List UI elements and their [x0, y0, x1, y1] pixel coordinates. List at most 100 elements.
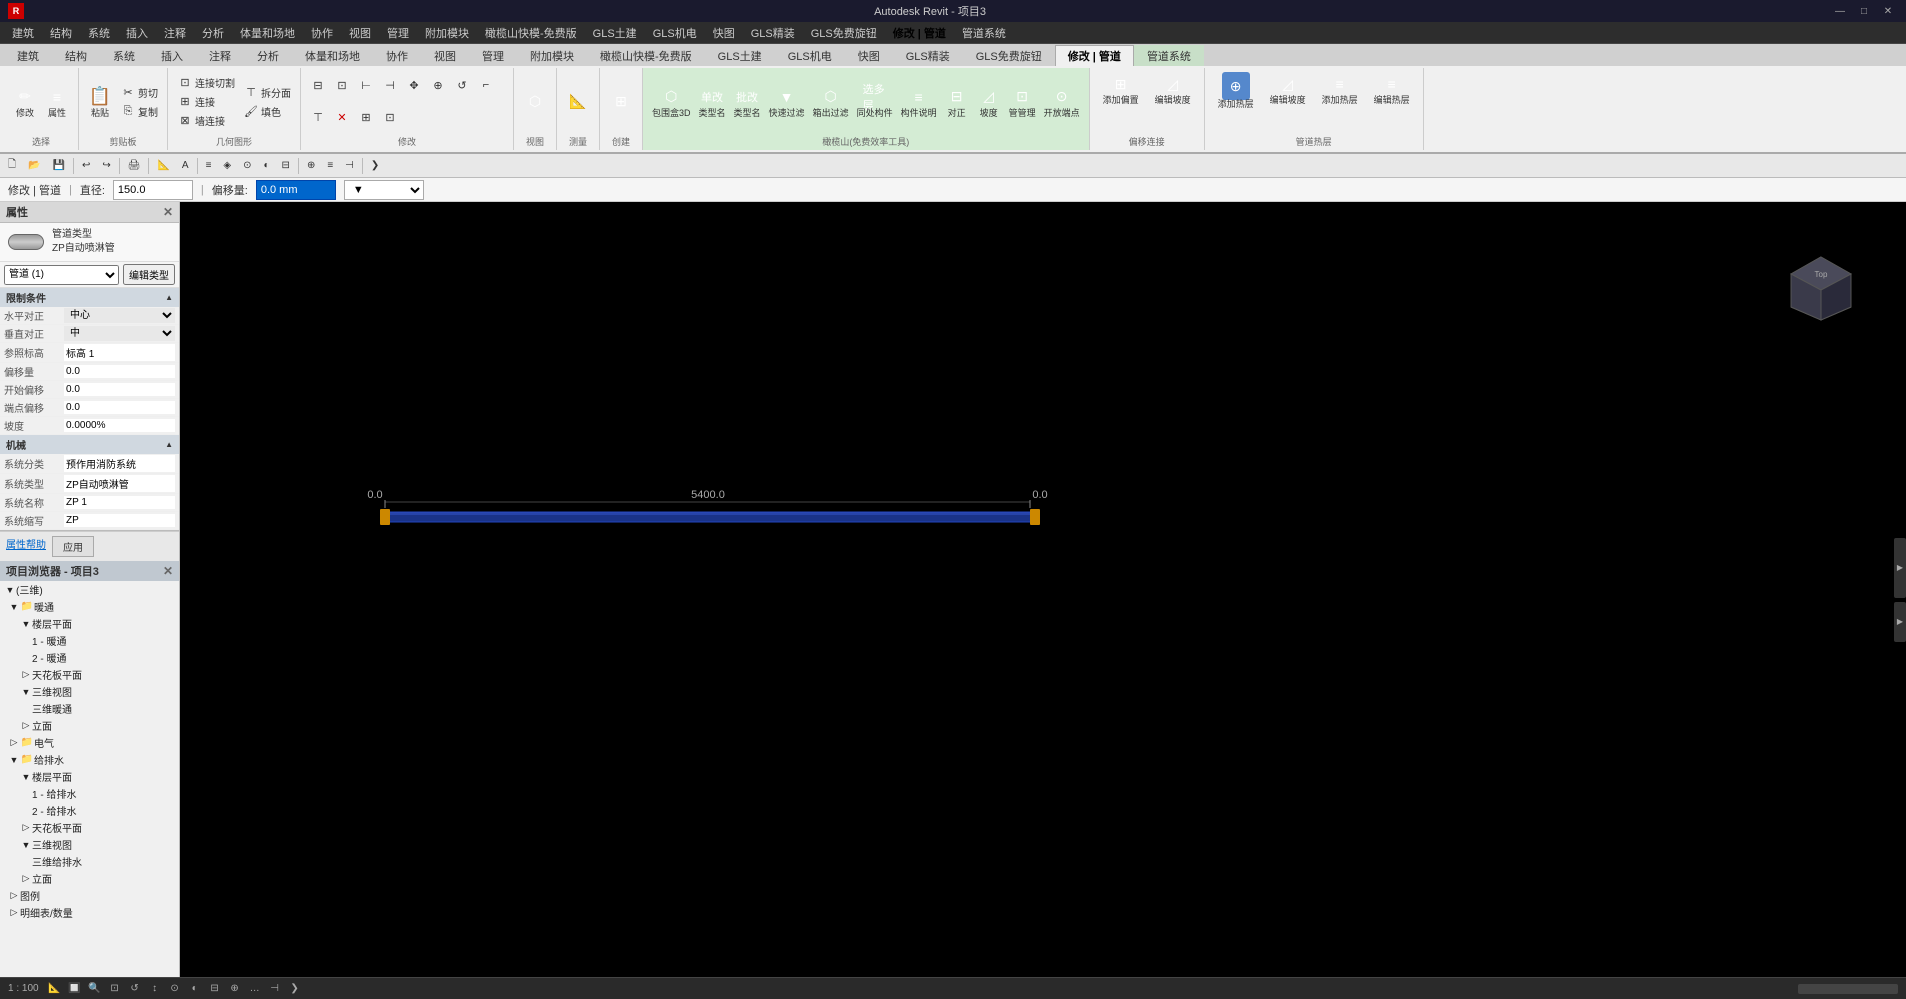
tb-undo[interactable]: ↩ [78, 159, 94, 172]
prop-h-align-value[interactable]: 中心 [64, 308, 175, 323]
slope-button[interactable]: ◿ 坡度 [974, 83, 1004, 121]
ctx-diameter-input[interactable] [113, 180, 193, 200]
enclose3d-button[interactable]: ⬡ 包围盒3D [649, 83, 694, 121]
tree-schedule[interactable]: ▷ 明细表/数量 [0, 904, 179, 921]
open-endpoints-button[interactable]: ⊙ 开放端点 [1041, 83, 1083, 121]
modify-button[interactable]: ✏ 修改 [10, 83, 40, 121]
legend-arrow[interactable]: ▷ [8, 890, 20, 901]
trim-button[interactable]: ⌐ [475, 76, 497, 94]
tab-view[interactable]: 视图 [421, 45, 469, 66]
tb-print[interactable]: 🖨 [124, 159, 145, 172]
tree-root[interactable]: ▼ (三维) [0, 581, 179, 598]
view3d-button[interactable]: ⬡ [520, 88, 550, 116]
status-icon-7[interactable]: ⊙ [167, 982, 183, 996]
connect-button[interactable]: ⊞ 连接 [174, 93, 238, 111]
tree-drain-ceiling[interactable]: ▷ 天花板平面 [0, 819, 179, 836]
drain-elev-arrow[interactable]: ▷ [20, 873, 32, 884]
tree-duct-elev[interactable]: ▷ 立面 [0, 717, 179, 734]
tab-collaborate[interactable]: 协作 [373, 45, 421, 66]
constraints-collapse[interactable]: ▲ [165, 293, 173, 302]
tb-thin-lines[interactable]: ≡ [202, 159, 216, 172]
duct-arrow[interactable]: ▼ [8, 602, 20, 612]
paste-button[interactable]: 📋 粘贴 [85, 83, 115, 121]
struct-desc-button[interactable]: ≡ 构件说明 [898, 83, 940, 121]
duct-3d-arrow[interactable]: ▼ [20, 687, 32, 697]
create-button[interactable]: ⊞ [606, 88, 636, 116]
menu-item-quickdraw[interactable]: 快图 [705, 23, 743, 43]
status-icon-9[interactable]: ⊟ [207, 982, 223, 996]
pipe-endpoint-left[interactable] [380, 509, 390, 525]
tb-icon7[interactable]: ≡ [323, 159, 337, 172]
tree-legend[interactable]: ▷ 图例 [0, 887, 179, 904]
join-cut-button[interactable]: ⊡ 连接切割 [174, 74, 238, 92]
maximize-button[interactable]: □ [1854, 4, 1874, 18]
pipe-selector[interactable]: 管道 (1) [4, 265, 119, 285]
box-out-button[interactable]: ⬡ 箱出过滤 [810, 83, 852, 121]
align3-button[interactable]: ⊟ 对正 [942, 83, 972, 121]
menu-item-glsdecor[interactable]: GLS精装 [743, 23, 803, 43]
tab-massing[interactable]: 体量和场地 [292, 45, 373, 66]
wall-join-button[interactable]: ⊠ 墙连接 [174, 112, 238, 130]
tb-icon8[interactable]: ⊣ [341, 159, 358, 172]
single-typename-button[interactable]: 单改 类型名 [696, 83, 729, 121]
status-icon-expand[interactable]: ❯ [287, 982, 303, 996]
pb-close[interactable]: ✕ [163, 564, 173, 578]
mechanical-collapse[interactable]: ▲ [165, 440, 173, 449]
tb-new[interactable]: 🗋 [4, 156, 20, 175]
tab-glsdecor[interactable]: GLS精装 [893, 45, 963, 66]
fast-filter-button[interactable]: ▼ 快速过滤 [766, 83, 808, 121]
duct-floor-arrow[interactable]: ▼ [20, 619, 32, 629]
tree-duct-floor2[interactable]: 2 - 暖通 [0, 649, 179, 666]
tab-analyze[interactable]: 分析 [244, 45, 292, 66]
tree-duct[interactable]: ▼ 📁 暖通 [0, 598, 179, 615]
add-thermal-button[interactable]: ⊕ 添加热层 [1211, 70, 1261, 112]
edit-type-button[interactable]: 编辑类型 [123, 264, 175, 285]
menu-item-build[interactable]: 建筑 [4, 23, 42, 43]
3d-nav-cube[interactable]: Top [1786, 252, 1856, 322]
menu-item-struct[interactable]: 结构 [42, 23, 80, 43]
copy3-button[interactable]: ⊕ [427, 76, 449, 94]
prop-v-align-value[interactable]: 中 [64, 326, 175, 341]
menu-item-view[interactable]: 视图 [341, 23, 379, 43]
thermal1-button[interactable]: ≡ 添加热层 [1315, 70, 1365, 112]
handle-button2[interactable]: ▶ [1894, 602, 1906, 642]
paint-button[interactable]: 🖌 填色 [240, 102, 294, 120]
tb-redo[interactable]: ↪ [98, 159, 114, 172]
tree-duct-ceiling[interactable]: ▷ 天花板平面 [0, 666, 179, 683]
tree-elec[interactable]: ▷ 📁 电气 [0, 734, 179, 751]
menu-item-addins[interactable]: 附加模块 [417, 23, 477, 43]
schedule-arrow[interactable]: ▷ [8, 907, 20, 918]
status-icon-12[interactable]: ⊣ [267, 982, 283, 996]
menu-item-collaborate[interactable]: 协作 [303, 23, 341, 43]
tb-icon5[interactable]: ⊟ [278, 159, 294, 172]
add-offset-button[interactable]: ⊞ 添加偏置 [1096, 70, 1146, 108]
ctx-offset-input[interactable] [256, 180, 336, 200]
tree-drain-3d-view[interactable]: 三维给排水 [0, 853, 179, 870]
menu-item-glsmep[interactable]: GLS机电 [645, 23, 705, 43]
split-face-button[interactable]: ⊤ 拆分面 [240, 83, 294, 101]
menu-item-analyze[interactable]: 分析 [194, 23, 232, 43]
tree-duct-3d-view[interactable]: 三维暖通 [0, 700, 179, 717]
offset-button[interactable]: ⊡ [331, 76, 353, 94]
status-icon-11[interactable]: … [247, 982, 263, 996]
drain-ceiling-arrow[interactable]: ▷ [20, 822, 32, 833]
status-icon-5[interactable]: ↺ [127, 982, 143, 996]
status-icon-4[interactable]: ⊡ [107, 982, 123, 996]
tab-insert[interactable]: 插入 [148, 45, 196, 66]
tree-drain-elev[interactable]: ▷ 立面 [0, 870, 179, 887]
tab-struct[interactable]: 结构 [52, 45, 100, 66]
menu-item-manage[interactable]: 管理 [379, 23, 417, 43]
status-icon-8[interactable]: ◐ [187, 982, 203, 996]
duct-ceiling-arrow[interactable]: ▷ [20, 669, 32, 680]
properties-close[interactable]: ✕ [163, 205, 173, 219]
close-button[interactable]: ✕ [1878, 4, 1898, 18]
tb-icon2[interactable]: ◈ [219, 159, 235, 172]
tree-drain-floor2[interactable]: 2 - 给排水 [0, 802, 179, 819]
tab-annotate[interactable]: 注释 [196, 45, 244, 66]
drain-arrow[interactable]: ▼ [8, 755, 20, 765]
tab-build[interactable]: 建筑 [4, 45, 52, 66]
ctx-offset-unit[interactable]: ▼ [344, 180, 424, 200]
props-help-link[interactable]: 属性帮助 [6, 536, 46, 557]
elec-arrow[interactable]: ▷ [8, 737, 20, 748]
tab-glsfree[interactable]: GLS免费旋钮 [963, 45, 1055, 66]
